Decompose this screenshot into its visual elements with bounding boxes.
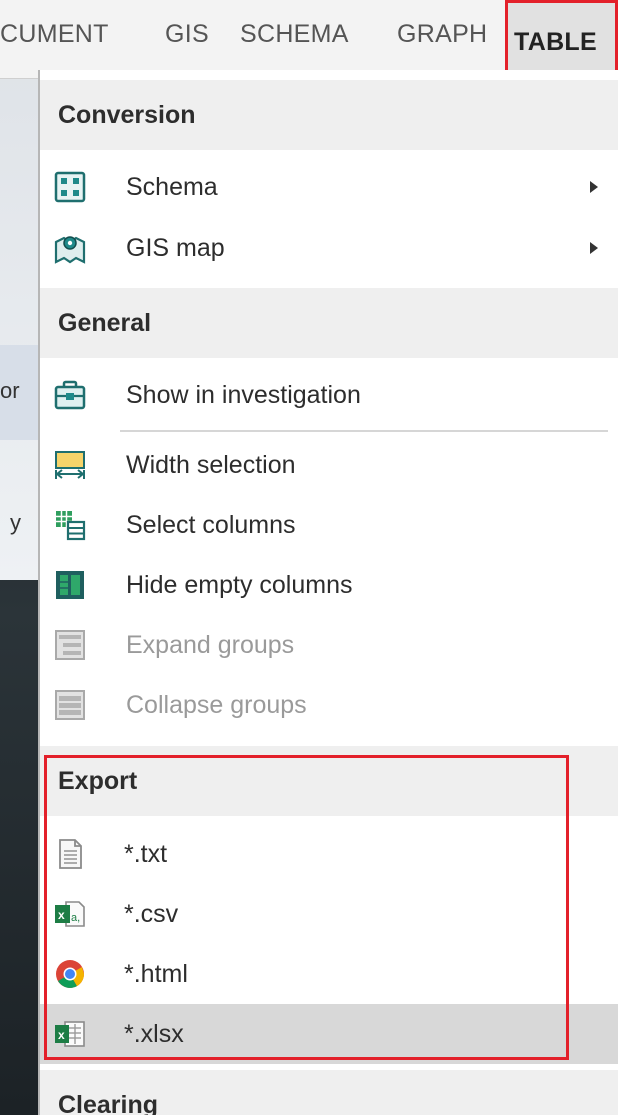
table-dropdown-menu: Conversion Schema GIS map General Show i <box>38 70 618 1115</box>
menu-separator <box>120 430 608 432</box>
menu-item-label: Width selection <box>126 451 296 479</box>
menu-item-label: Collapse groups <box>126 691 307 719</box>
menu-item-expand-groups[interactable]: Expand groups <box>40 615 618 675</box>
menu-item-label: GIS map <box>126 234 225 262</box>
background-text-fragment: or <box>0 378 20 403</box>
tab-graph[interactable]: GRAPH <box>397 20 487 49</box>
tab-document[interactable]: CUMENT <box>0 20 109 49</box>
menu-item-label: Expand groups <box>126 631 295 659</box>
menu-item-schema[interactable]: Schema <box>40 157 618 217</box>
menu-item-show-in-investigation[interactable]: Show in investigation <box>40 365 618 425</box>
menu-item-hide-empty-columns[interactable]: Hide empty columns <box>40 555 618 615</box>
section-header-general: General <box>40 288 618 358</box>
menu-item-select-columns[interactable]: Select columns <box>40 495 618 555</box>
width-selection-icon <box>55 451 85 479</box>
submenu-arrow-icon <box>590 242 598 254</box>
select-columns-icon <box>56 511 86 541</box>
section-header-conversion: Conversion <box>40 80 618 150</box>
menu-item-label: Hide empty columns <box>126 571 353 599</box>
gis-map-icon <box>54 236 86 264</box>
background-panel <box>0 60 40 580</box>
ribbon-tab-bar: CUMENT GIS SCHEMA GRAPH TABLE <box>0 0 618 79</box>
menu-item-collapse-groups[interactable]: Collapse groups <box>40 675 618 735</box>
section-header-clearing: Clearing <box>40 1070 618 1115</box>
briefcase-icon <box>54 380 86 410</box>
tab-schema[interactable]: SCHEMA <box>240 20 349 49</box>
tab-gis[interactable]: GIS <box>165 20 209 49</box>
hide-empty-columns-icon <box>56 571 84 599</box>
schema-icon <box>54 171 86 203</box>
menu-item-label: Select columns <box>126 511 296 539</box>
expand-groups-icon <box>55 630 85 660</box>
submenu-arrow-icon <box>590 181 598 193</box>
export-highlight-box <box>44 755 569 1060</box>
background-text-fragment: y <box>10 510 21 535</box>
tab-table[interactable]: TABLE <box>505 0 618 74</box>
menu-item-label: Show in investigation <box>126 381 361 409</box>
collapse-groups-icon <box>55 690 85 720</box>
menu-item-width-selection[interactable]: Width selection <box>40 435 618 495</box>
menu-item-gis-map[interactable]: GIS map <box>40 218 618 278</box>
menu-item-label: Schema <box>126 173 218 201</box>
